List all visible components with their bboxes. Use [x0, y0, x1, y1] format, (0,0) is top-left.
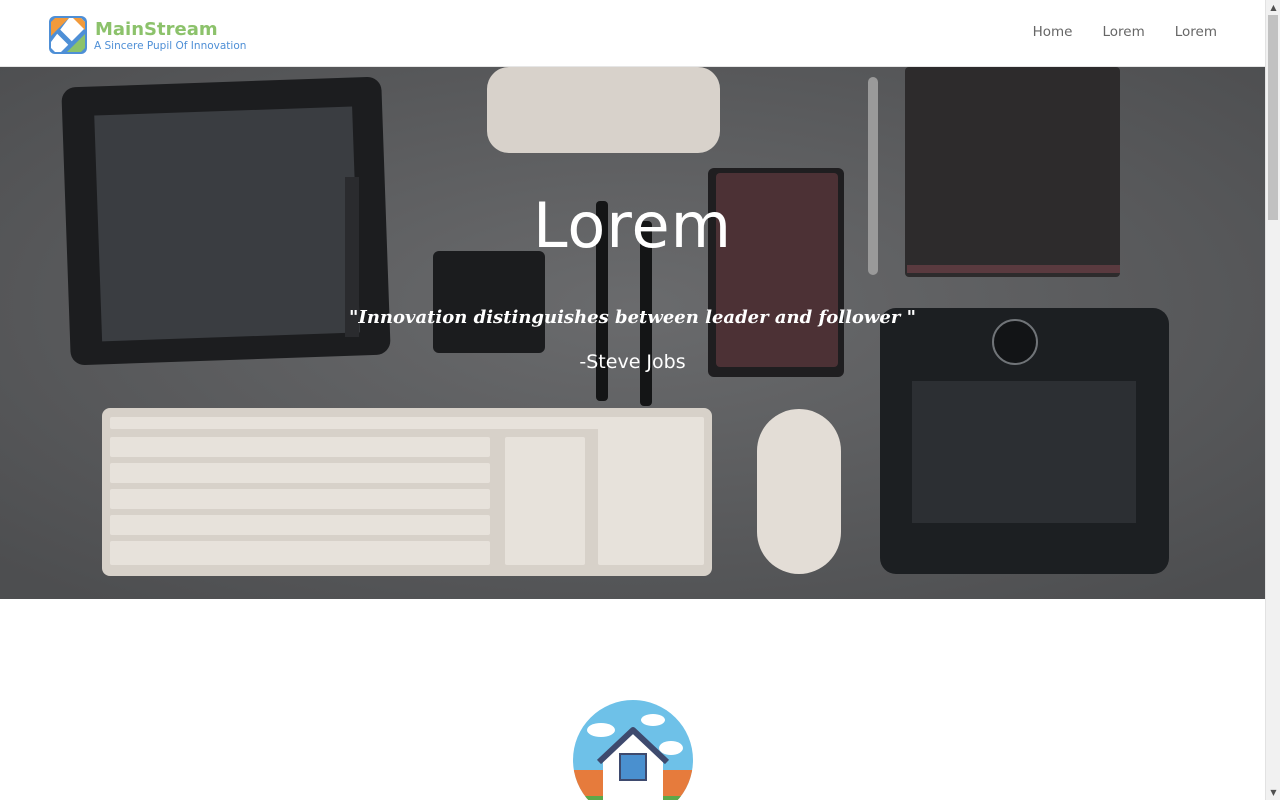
- nav-link-lorem-2[interactable]: Lorem: [1175, 24, 1217, 40]
- scroll-down-arrow-icon[interactable]: ▼: [1266, 785, 1280, 800]
- navbar: MainStream A Sincere Pupil Of Innovation…: [0, 0, 1265, 67]
- brand-tagline: A Sincere Pupil Of Innovation: [94, 40, 247, 52]
- hero-background-image: [0, 67, 1265, 599]
- mainstream-logo-icon[interactable]: [49, 16, 87, 54]
- hero-banner: Lorem "Innovation distinguishes between …: [0, 67, 1265, 599]
- vertical-scrollbar[interactable]: ▲ ▼: [1265, 0, 1280, 800]
- scroll-up-arrow-icon[interactable]: ▲: [1266, 0, 1280, 15]
- hero-quote-author: -Steve Jobs: [579, 351, 686, 373]
- scrollbar-thumb[interactable]: [1268, 15, 1278, 220]
- main-nav: Home Lorem Lorem: [1033, 24, 1217, 40]
- features-section: [0, 599, 1265, 800]
- hero-title: Lorem: [532, 189, 733, 262]
- hero-quote: "Innovation distinguishes between leader…: [349, 307, 916, 328]
- brand-name[interactable]: MainStream: [95, 19, 218, 40]
- house-icon: [573, 700, 693, 800]
- nav-link-lorem-1[interactable]: Lorem: [1102, 24, 1144, 40]
- nav-link-home[interactable]: Home: [1033, 24, 1073, 40]
